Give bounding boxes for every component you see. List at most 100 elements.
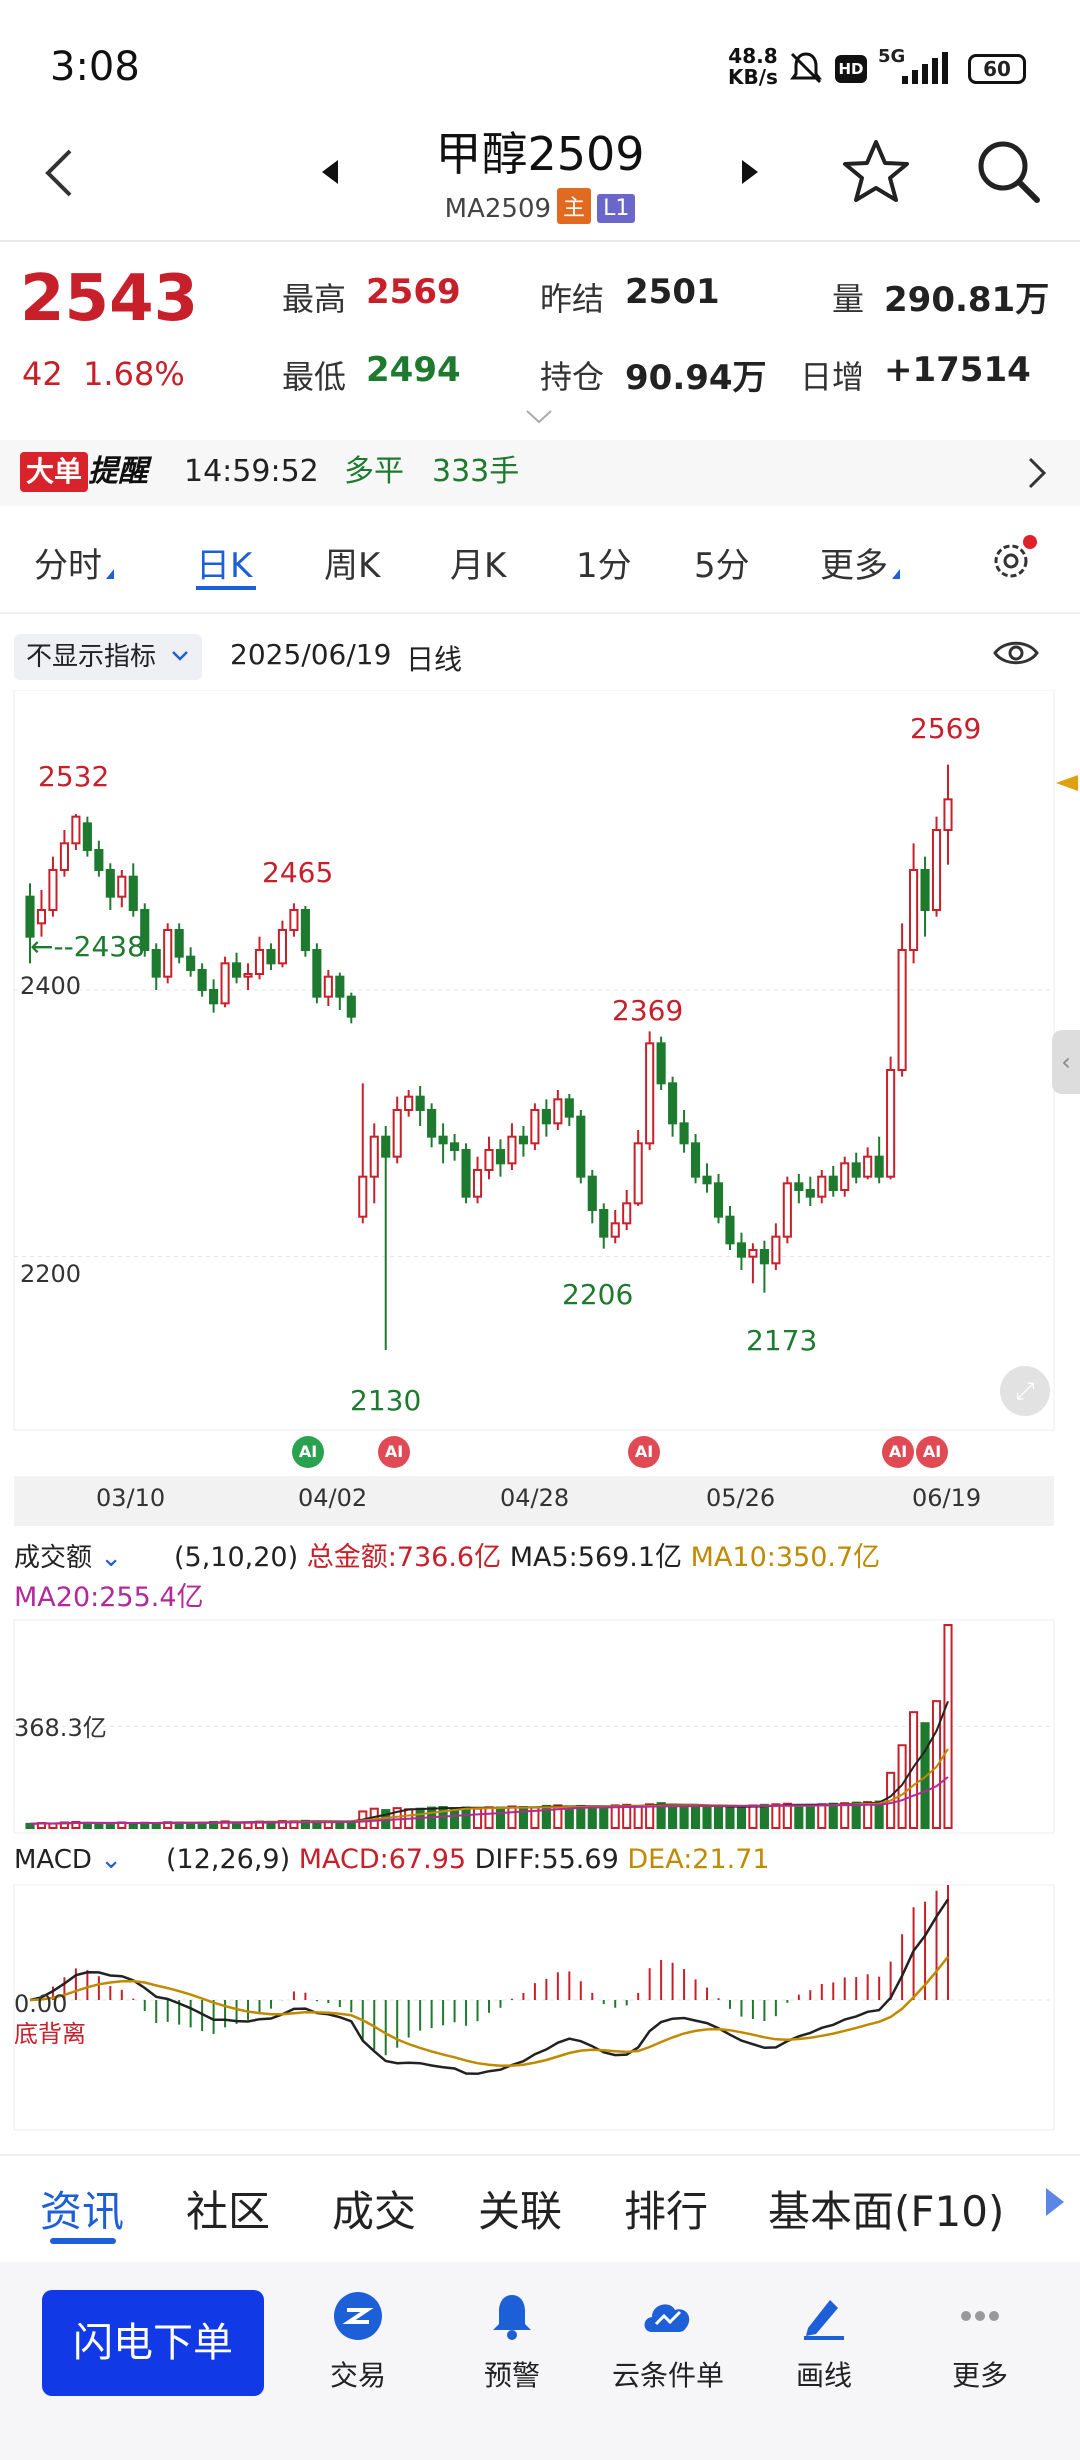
dropdown-triangle-icon bbox=[892, 569, 900, 579]
side-panel-handle[interactable]: ‹ bbox=[1052, 1030, 1080, 1094]
macd-indicator-dropdown[interactable]: MACD ⌄ bbox=[14, 1840, 122, 1880]
nav-draw-label: 画线 bbox=[795, 2359, 852, 2392]
volume-bar bbox=[817, 1803, 827, 1830]
tab-daily-k[interactable]: 日K bbox=[196, 538, 252, 587]
kline-chart[interactable] bbox=[0, 690, 1080, 2150]
macd-params: (12,26,9) bbox=[166, 1844, 291, 1875]
indicator-dropdown[interactable]: 不显示指标 bbox=[14, 634, 203, 680]
candle-body bbox=[358, 1175, 368, 1218]
ai-marker[interactable]: AI bbox=[378, 1436, 410, 1468]
candle-body bbox=[507, 1135, 517, 1165]
prev-settle-value: 2501 bbox=[625, 272, 720, 312]
favorite-star-icon[interactable] bbox=[842, 138, 910, 206]
nav-cloud-order[interactable]: 云条件单 bbox=[588, 2290, 748, 2394]
candle-body bbox=[541, 1109, 551, 1125]
chevron-right-icon[interactable] bbox=[1026, 456, 1048, 490]
ai-marker[interactable]: AI bbox=[916, 1436, 948, 1468]
candle-body bbox=[312, 949, 322, 998]
tabs-scroll-right-icon[interactable] bbox=[1046, 2188, 1064, 2216]
candle-body bbox=[427, 1109, 437, 1138]
daily-increase-label: 日增 bbox=[800, 358, 865, 396]
tab-ranking[interactable]: 排行 bbox=[624, 2178, 708, 2239]
next-contract-icon[interactable] bbox=[740, 158, 760, 186]
low-value: 2494 bbox=[366, 350, 461, 390]
diff-value: DIFF:55.69 bbox=[474, 1844, 619, 1875]
candle-body bbox=[243, 973, 253, 978]
candle-body bbox=[163, 929, 173, 978]
tab-monthly-k[interactable]: 月K bbox=[450, 538, 506, 587]
macd-panel-frame bbox=[13, 1884, 1055, 2131]
hd-icon: HD bbox=[835, 55, 867, 83]
search-icon[interactable] bbox=[975, 138, 1041, 204]
candle-body bbox=[174, 929, 184, 958]
candle-body bbox=[851, 1162, 861, 1178]
tab-5min[interactable]: 5分 bbox=[694, 538, 750, 587]
candle-body bbox=[117, 875, 127, 898]
volume-bar bbox=[151, 1822, 161, 1830]
fullscreen-icon[interactable]: ⤢ bbox=[1000, 1366, 1050, 1416]
tab-weekly-k[interactable]: 周K bbox=[324, 538, 380, 587]
dea-value: DEA:21.71 bbox=[627, 1844, 770, 1875]
candle-body bbox=[931, 829, 942, 911]
volume-total: 总金额:736.6亿 bbox=[306, 1542, 502, 1573]
big-order-alert-bar[interactable] bbox=[0, 440, 1080, 506]
eye-icon[interactable] bbox=[992, 636, 1040, 670]
nav-trade[interactable]: 交易 bbox=[278, 2290, 438, 2394]
nav-trade-label: 交易 bbox=[329, 2359, 386, 2392]
candle-body bbox=[335, 975, 345, 998]
candle-body bbox=[94, 849, 104, 871]
volume-bar bbox=[828, 1802, 838, 1830]
candle-body bbox=[690, 1142, 701, 1178]
change-percent: 1.68% bbox=[83, 355, 185, 393]
volume-bar bbox=[851, 1801, 861, 1829]
candle-body bbox=[36, 909, 47, 925]
candle-body bbox=[897, 949, 907, 1071]
nav-draw[interactable]: 画线 bbox=[744, 2290, 904, 2394]
macd-title: MACD bbox=[14, 1845, 92, 1875]
volume-bar bbox=[702, 1805, 712, 1830]
change-value: 42 bbox=[22, 355, 63, 393]
volume-bar bbox=[690, 1804, 701, 1830]
battery-indicator: 60 bbox=[968, 54, 1026, 84]
alert-title: 提醒 bbox=[88, 454, 148, 489]
nav-alert[interactable]: 预警 bbox=[432, 2290, 592, 2394]
tab-news[interactable]: 资讯 bbox=[40, 2178, 124, 2239]
flash-order-button[interactable]: 闪电下单 bbox=[42, 2290, 264, 2396]
volume-indicator-dropdown[interactable]: 成交额 ⌄ bbox=[14, 1538, 122, 1578]
nav-more[interactable]: 更多 bbox=[900, 2290, 1060, 2394]
volume-label: 量 bbox=[832, 280, 865, 318]
tab-intraday[interactable]: 分时 bbox=[34, 538, 114, 587]
macd-panel bbox=[13, 1884, 1055, 2131]
expand-chevron-icon[interactable] bbox=[524, 408, 554, 426]
tab-community[interactable]: 社区 bbox=[186, 2178, 270, 2239]
nav-cloud-order-label: 云条件单 bbox=[611, 2359, 724, 2392]
settings-gear-icon[interactable] bbox=[988, 534, 1038, 584]
volume-ma10: MA10:350.7亿 bbox=[690, 1542, 881, 1573]
volume-bar bbox=[794, 1804, 804, 1830]
ai-marker[interactable]: AI bbox=[882, 1436, 914, 1468]
candle-body bbox=[782, 1182, 792, 1238]
dropdown-triangle-icon bbox=[106, 569, 114, 579]
tab-fundamentals[interactable]: 基本面(F10) bbox=[768, 2178, 1004, 2239]
candle-body bbox=[128, 875, 138, 912]
ai-marker[interactable]: AI bbox=[628, 1436, 660, 1468]
volume-indicator-values: (5,10,20) 总金额:736.6亿 MA5:569.1亿 MA10:350… bbox=[174, 1538, 880, 1578]
candle-body bbox=[71, 815, 81, 845]
tab-more[interactable]: 更多 bbox=[820, 538, 900, 587]
ai-marker[interactable]: AI bbox=[292, 1436, 324, 1468]
tab-related[interactable]: 关联 bbox=[478, 2178, 562, 2239]
candle-body bbox=[220, 962, 230, 1005]
candle-body bbox=[828, 1175, 838, 1191]
candle-body bbox=[59, 842, 69, 871]
volume-bar bbox=[759, 1803, 769, 1830]
candle-body bbox=[472, 1169, 483, 1198]
candle-body bbox=[645, 1042, 655, 1145]
alert-qty: 333手 bbox=[432, 454, 520, 489]
tab-trades[interactable]: 成交 bbox=[332, 2178, 416, 2239]
volume-bar bbox=[495, 1806, 506, 1830]
trade-icon bbox=[334, 2292, 382, 2340]
tab-1min[interactable]: 1分 bbox=[576, 538, 632, 587]
candle-body bbox=[186, 955, 196, 971]
volume-params: (5,10,20) bbox=[174, 1542, 299, 1573]
open-interest-value: 90.94万 bbox=[625, 358, 767, 398]
